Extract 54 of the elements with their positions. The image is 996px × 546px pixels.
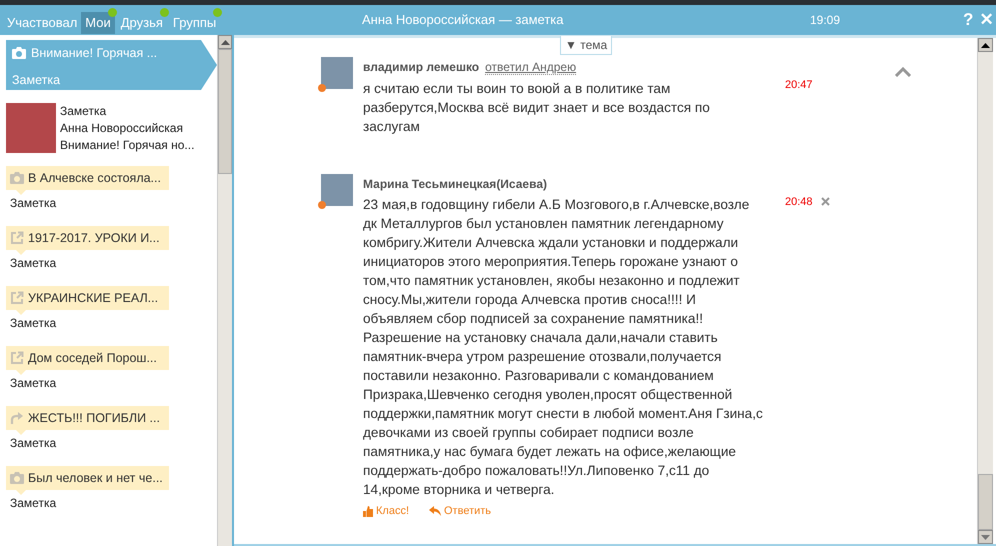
reply-to-link[interactable]: ответил Андрею [485,60,576,75]
tab[interactable]: Друзья [116,8,169,34]
item-subtitle: Заметка [9,495,58,510]
message-text: 23 мая,в годовщину гибели А.Б Мозгового,в г.Алчевске,возле дк Металлургов был установлен памятник легендарному комбригу.Жители Алчевска ждали установки и поддержали инициаторов этого мероприятия.Теперь горожане узнают о том,что памятник установлен, якобы незаконно и подлежит сносу.Мы,жители города Алчевска против сноса!!!! И объявляем сбор подписей за сохранение памятника!! Разрешение на установку сначала дали,начали ставить памятник-вчера утром разрешение отозвали,получается поставили незаконно. Разговаривали с командованием Призрака,Шевченко сегодня уволен,просят общественной поддержки,памятник могут снести в любой момент.Аня Гзина,с девочками из своей группы собирает подписи возле памятника,у нас бумага будет лежать на офисе,желающие поддержать-добро пожаловать!!Ул.Липовенко 7,с11 до 14,кроме вторника и четверга. [363,196,764,499]
thumbs-up-icon [363,506,373,517]
sidebar-item[interactable]: Внимание! Горячая ... Заметка [6,40,217,90]
camera-icon [10,472,24,484]
up-arrow-icon [220,40,230,44]
down-arrow-icon [981,534,990,540]
item-title: 1917-2017. УРОКИ И... [28,230,160,247]
notification-text: Внимание! Горячая но... [60,137,194,154]
close-icon [820,196,830,206]
item-title: Дом соседей Порош... [28,350,157,367]
reply-arrow-icon [429,506,441,516]
item-subtitle: Заметка [12,72,62,89]
camera-icon [10,172,24,184]
author-name: Марина Тесьминецкая(Исаева) [363,176,547,190]
scrollbar-thumb[interactable] [978,474,994,530]
clock-time: 19:09 [810,12,842,29]
item-subtitle: Заметка [9,375,58,390]
notification-text: Заметка [60,103,108,120]
tab[interactable]: Группы [168,8,222,34]
avatar-photo-placeholder [6,103,56,153]
item-title: Был человек и нет че... [28,470,163,487]
external-link-icon [10,351,24,365]
close-button[interactable]: ✕ [976,11,996,29]
curved-arrow-icon [10,412,24,424]
message-text: я считаю если ты воин то воюй а в политике там разберутся,Москва всё видит знает и все воздастся по заслугам [363,80,711,136]
scrollbar[interactable] [217,35,232,546]
tab[interactable]: Участвовал [3,8,82,34]
message-time: 20:48 [785,194,813,210]
scrollbar[interactable] [977,38,994,544]
scrollbar-thumb[interactable] [218,49,232,174]
external-link-icon [10,291,24,305]
up-arrow-icon [981,42,990,48]
item-subtitle: Заметка [9,195,58,210]
item-subtitle: Заметка [9,255,58,270]
author-name: владимир лемешко [363,60,480,74]
window-title: Анна Новороссийская — заметка [362,11,565,30]
item-title: УКРАИНСКИЕ РЕАЛ... [28,290,158,307]
item-title: ЖЕСТЬ!!! ПОГИБЛИ ... [28,410,160,427]
like-button[interactable]: Класс! [363,503,409,520]
chevron-up-icon [895,66,911,77]
item-subtitle: Заметка [9,315,58,330]
item-subtitle: Заметка [9,435,58,450]
help-button[interactable]: ? [960,11,976,29]
notification-text: Анна Новороссийская [60,120,184,137]
external-link-icon [10,231,24,245]
item-title: В Алчевске состояла... [28,170,161,187]
reply-button[interactable]: Ответить [429,503,492,520]
item-title: Внимание! Горячая ... [31,45,158,62]
topic-toggle[interactable]: ▼ тема [560,36,612,55]
message-time: 20:47 [785,78,813,93]
camera-icon [12,47,26,60]
